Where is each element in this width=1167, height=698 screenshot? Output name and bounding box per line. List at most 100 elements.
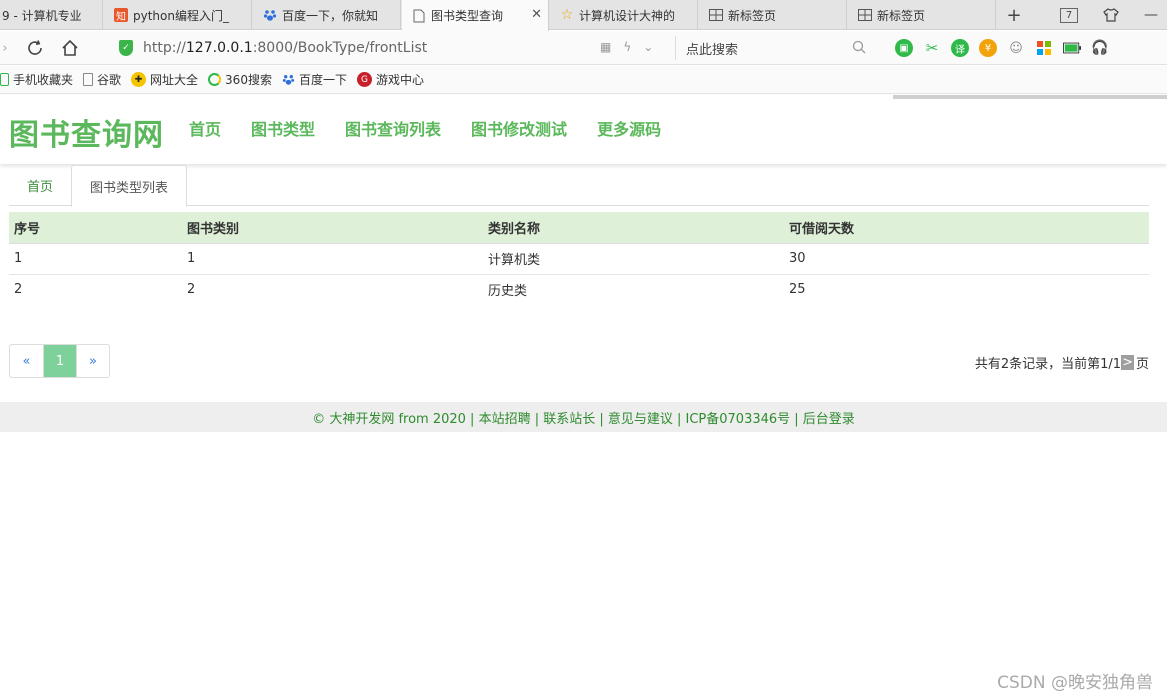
table-cell: 计算机类	[483, 243, 784, 275]
table-row: 1 1 计算机类 30	[9, 243, 1149, 275]
browser-tab[interactable]: 9 - 计算机专业	[0, 0, 103, 30]
site-footer: © 大神开发网 from 2020 | 本站招聘 | 联系站长 | 意见与建议 …	[0, 402, 1167, 432]
360-icon	[208, 73, 222, 86]
browser-tab-active[interactable]: 图书类型查询 ✕	[402, 0, 549, 31]
coupon-icon[interactable]: ¥	[979, 39, 997, 57]
url-text: http://127.0.0.1:8000/BookType/frontList	[143, 40, 428, 56]
chevron-down-icon[interactable]: ⌄	[643, 40, 653, 54]
browser-tab[interactable]: ☆ 计算机设计大神的	[550, 0, 698, 30]
baidu-paw-icon	[263, 8, 277, 22]
shield-icon: ✓	[119, 40, 133, 56]
table-cell: 2	[187, 282, 196, 298]
game-controller-icon[interactable]: ☺	[1007, 39, 1025, 57]
bookmark-item[interactable]: G 游戏中心	[356, 71, 424, 88]
browser-tab[interactable]: 百度一下，你就知	[253, 0, 401, 30]
prev-page-button[interactable]: «	[10, 345, 43, 377]
tab-title: 计算机设计大神的	[579, 8, 676, 23]
tab-title: 新标签页	[728, 8, 777, 23]
column-header: 可借阅天数	[784, 212, 1149, 244]
column-header: 图书类别	[182, 212, 483, 244]
page-icon	[83, 73, 94, 86]
table-cell: 25	[789, 282, 806, 298]
browser-tab[interactable]: 新标签页	[699, 0, 847, 30]
browser-tab-bar: 9 - 计算机专业 知 python编程入门_ 百度一下，你就知 图书类型查询 …	[0, 0, 1167, 31]
tab-home[interactable]: 首页	[9, 165, 71, 206]
tab-count-button[interactable]: 7	[1060, 8, 1078, 23]
hao123-icon: ✚	[131, 72, 147, 87]
browser-tab[interactable]: 新标签页	[848, 0, 996, 30]
table-cell: 1	[9, 243, 182, 275]
search-placeholder: 点此搜索	[686, 42, 739, 58]
qr-code-icon[interactable]: ▦	[600, 40, 611, 54]
book-type-table: 序号 图书类别 类别名称 可借阅天数 1 1 计算机类 30 2 2 历史类 2…	[9, 212, 1149, 305]
headphones-icon[interactable]: 🎧	[1091, 39, 1109, 57]
horizontal-scrollbar[interactable]	[893, 95, 1167, 99]
bookmark-label: 手机收藏夹	[13, 73, 74, 87]
tab-title: 百度一下，你就知	[282, 8, 379, 23]
apps-icon[interactable]	[1035, 39, 1053, 57]
bookmark-item[interactable]: 手机收藏夹	[0, 71, 73, 88]
search-icon[interactable]	[852, 40, 866, 58]
breadcrumb-tabs: 首页 图书类型列表	[9, 165, 1149, 207]
current-page-button[interactable]: 1	[43, 345, 76, 377]
phone-icon	[0, 73, 9, 86]
bookmark-item[interactable]: 谷歌	[83, 71, 121, 88]
minimize-icon[interactable]: —	[1142, 5, 1160, 25]
table-row: 2 2 历史类 25	[9, 274, 1149, 305]
next-page-button[interactable]: »	[76, 345, 109, 377]
nav-book-query-list[interactable]: 图书查询列表	[345, 116, 441, 140]
tab-book-type-list[interactable]: 图书类型列表	[71, 165, 187, 207]
tab-title: 图书类型查询	[431, 9, 504, 23]
column-header: 序号	[9, 212, 182, 244]
bookmark-label: 网址大全	[150, 73, 199, 87]
close-icon[interactable]: ✕	[531, 7, 542, 22]
browser-tab[interactable]: 知 python编程入门_	[104, 0, 252, 30]
url-tools: ▦ ϟ ⌄	[600, 40, 653, 54]
footer-links[interactable]: © 大神开发网 from 2020 | 本站招聘 | 联系站长 | 意见与建议 …	[312, 408, 855, 427]
bookmark-item[interactable]: 360搜索	[208, 71, 272, 88]
url-field[interactable]: ✓ http://127.0.0.1:8000/BookType/frontLi…	[112, 36, 672, 60]
translate-icon[interactable]: 译	[951, 39, 969, 57]
nav-more-source[interactable]: 更多源码	[597, 116, 661, 140]
bookmark-label: 游戏中心	[375, 73, 424, 87]
chat-icon[interactable]: ▣	[895, 39, 913, 57]
bookmarks-bar: 手机收藏夹 谷歌 ✚ 网址大全 360搜索 百度一下 G 游戏中心	[0, 66, 1167, 94]
nav-home[interactable]: 首页	[189, 116, 221, 140]
bookmark-label: 谷歌	[97, 73, 122, 87]
site-brand[interactable]: 图书查询网	[9, 110, 164, 154]
forward-icon[interactable]: ›	[0, 37, 16, 59]
tab-title: 9 - 计算机专业	[2, 8, 82, 23]
bookmark-label: 百度一下	[298, 73, 347, 87]
new-tab-icon[interactable]: +	[1005, 5, 1023, 26]
zhihu-icon: 知	[114, 8, 128, 23]
table-cell: 1	[182, 243, 483, 275]
tab-title: python编程入门_	[133, 8, 229, 23]
scissors-icon[interactable]: ✂	[923, 39, 941, 57]
table-header-row: 序号 图书类别 类别名称 可借阅天数	[9, 212, 1149, 244]
battery-icon[interactable]	[1063, 39, 1081, 57]
record-info-selected: >	[1121, 355, 1134, 370]
grid-icon	[709, 8, 723, 22]
record-info-text: 共有2条记录，当前第1/1	[974, 357, 1122, 372]
skin-icon[interactable]	[1102, 5, 1120, 25]
bookmark-item[interactable]: ✚ 网址大全	[131, 71, 198, 88]
search-input[interactable]: 点此搜索	[675, 36, 870, 60]
game-icon: G	[356, 72, 372, 87]
pagination: « 1 »	[9, 344, 110, 378]
extension-icons: ▣ ✂ 译 ¥ ☺ 🎧	[895, 39, 1109, 57]
nav-book-edit-test[interactable]: 图书修改测试	[471, 116, 567, 140]
home-icon[interactable]	[59, 37, 81, 59]
record-info: 共有2条记录，当前第1/1 > 页	[975, 353, 1149, 372]
lightning-icon[interactable]: ϟ	[623, 40, 631, 54]
star-icon: ☆	[560, 7, 574, 23]
site-header: 图书查询网 首页 图书类型 图书查询列表 图书修改测试 更多源码	[0, 95, 1167, 164]
watermark: CSDN @晚安独角兽	[997, 673, 1153, 693]
nav-book-types[interactable]: 图书类型	[251, 116, 315, 140]
table-cell: 2	[14, 282, 23, 298]
table-cell: 30	[784, 243, 1149, 275]
baidu-paw-icon	[282, 73, 295, 86]
reload-icon[interactable]	[24, 37, 46, 59]
column-header: 类别名称	[483, 212, 784, 244]
bookmark-item[interactable]: 百度一下	[282, 71, 347, 88]
grid-icon	[858, 8, 872, 22]
